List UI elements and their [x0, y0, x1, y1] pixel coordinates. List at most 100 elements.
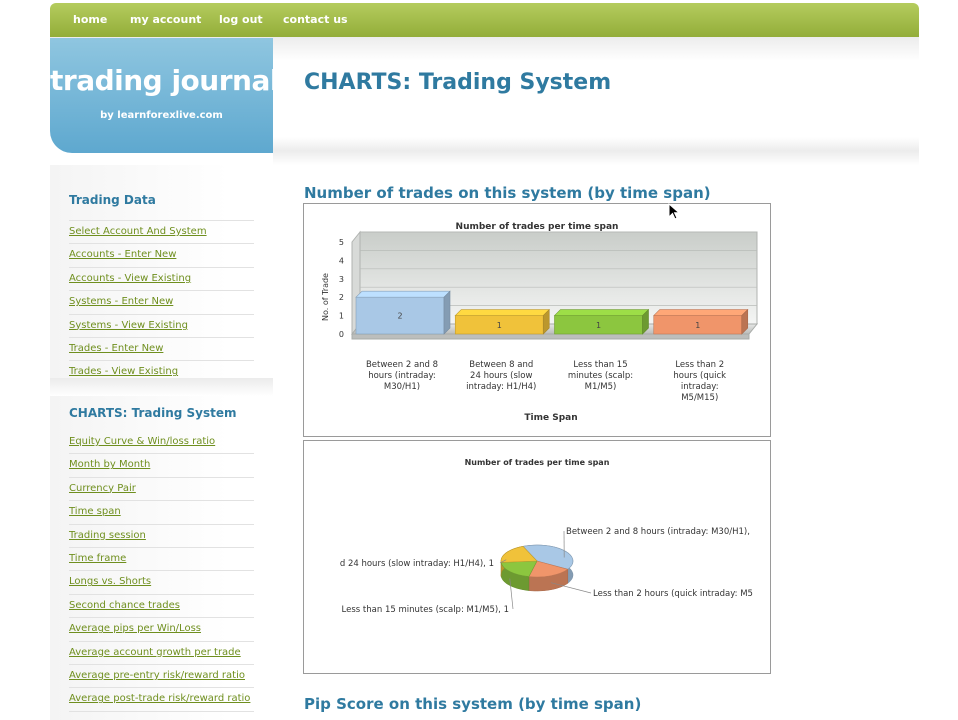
category-label: M1/M5) [585, 382, 617, 392]
top-nav: home my account log out contact us [50, 3, 919, 37]
bar-value-label: 1 [497, 321, 502, 330]
sidebar-item: Month by Month [69, 454, 254, 478]
bar-chart-categories: Between 2 and 8hours (intraday:M30/H1) Be… [366, 360, 726, 403]
category-label: hours (quick [673, 371, 726, 381]
sidebar-item: Second chance trades [69, 595, 254, 619]
nav-home-link[interactable]: home [73, 13, 107, 26]
sidebar-link-accounts-view[interactable]: Accounts - View Existing [69, 273, 191, 284]
sidebar-item: Time span [69, 501, 254, 525]
sidebar-link-accounts-enter-new[interactable]: Accounts - Enter New [69, 249, 176, 260]
category-label: 24 hours (slow [470, 371, 532, 381]
sidebar-list-charts: Equity Curve & Win/loss ratio Month by M… [69, 431, 254, 712]
category-label: intraday: [681, 382, 719, 392]
pie-slice-label: Less than 2 hours (quick intraday: M5 [593, 589, 753, 599]
bar-value-label: 1 [596, 321, 601, 330]
section-title-trades: Number of trades on this system (by time… [304, 184, 711, 202]
sidebar-link-second-chance[interactable]: Second chance trades [69, 600, 180, 611]
sidebar-link-account-growth[interactable]: Average account growth per trade [69, 647, 241, 658]
bar-top [355, 290, 451, 298]
header-band [273, 137, 919, 165]
plot-floor-edge [351, 333, 750, 340]
category-label: Between 8 and [469, 360, 533, 370]
logo-subtitle: by learnforexlive.com [100, 110, 223, 121]
sidebar-item: Systems - Enter New [69, 291, 254, 315]
bar-chart-ylabel: No. of Trade [321, 273, 330, 321]
y-tick-label: 3 [339, 275, 344, 284]
category-label: M30/H1) [384, 382, 420, 392]
y-tick-label: 5 [339, 238, 344, 247]
sidebar-link-post-trade-rr[interactable]: Average post-trade risk/reward ratio [69, 693, 250, 704]
section-title-pip-score: Pip Score on this system (by time span) [304, 695, 642, 713]
sidebar-link-systems-view[interactable]: Systems - View Existing [69, 320, 188, 331]
sidebar-item: Longs vs. Shorts [69, 571, 254, 595]
bar-chart-xlabel: Time Span [524, 413, 577, 423]
nav-log-out-link[interactable]: log out [219, 13, 263, 26]
logo[interactable]: trading journal by learnforexlive.com [50, 38, 273, 153]
sidebar-item: Currency Pair [69, 478, 254, 502]
sidebar-link-currency-pair[interactable]: Currency Pair [69, 483, 136, 494]
sidebar-link-select-account[interactable]: Select Account And System [69, 226, 207, 237]
sidebar-list-trading-data: Select Account And System Accounts - Ent… [69, 220, 254, 385]
bar: 2 [355, 290, 451, 335]
sidebar-link-time-span[interactable]: Time span [69, 506, 121, 517]
category-label: hours (intraday: [368, 371, 436, 381]
sidebar-heading-charts: CHARTS: Trading System [69, 406, 237, 420]
y-tick-label: 0 [339, 330, 344, 339]
sidebar-item: Trades - Enter New [69, 338, 254, 362]
sidebar-item: Accounts - View Existing [69, 268, 254, 292]
sidebar-item: Average pips per Win/Loss [69, 618, 254, 642]
sidebar-link-longs-shorts[interactable]: Longs vs. Shorts [69, 576, 151, 587]
bar-top [454, 309, 550, 316]
bar: 1 [454, 308, 550, 335]
bar-side [443, 290, 451, 335]
sidebar-link-systems-enter-new[interactable]: Systems - Enter New [69, 296, 173, 307]
page-root: home my account log out contact us tradi… [0, 0, 958, 720]
pie-slice-label: Less than 15 minutes (scalp: M1/M5), 1 [342, 605, 509, 615]
sidebar-link-equity-curve[interactable]: Equity Curve & Win/loss ratio [69, 436, 215, 447]
bar-top [553, 309, 650, 316]
sidebar-item: Equity Curve & Win/loss ratio [69, 431, 254, 455]
sidebar-item: Select Account And System [69, 221, 254, 245]
sidebar-item: Accounts - Enter New [69, 244, 254, 268]
sidebar-link-month-by-month[interactable]: Month by Month [69, 459, 150, 470]
sidebar-item: Systems - View Existing [69, 315, 254, 338]
sidebar-link-trades-enter-new[interactable]: Trades - Enter New [69, 343, 163, 354]
category-label: intraday: H1/H4) [466, 382, 536, 392]
sidebar-item: Average post-trade risk/reward ratio [69, 688, 254, 712]
y-tick-label: 2 [339, 293, 344, 302]
bar: 1 [653, 308, 749, 335]
category-label: minutes (scalp: [568, 371, 633, 381]
bar-chart: Number of trades per time span No. of Tr… [321, 222, 759, 423]
bar-value-label: 2 [397, 312, 402, 321]
pie-slice-label: d 24 hours (slow intraday: H1/H4), 1 [340, 559, 494, 569]
y-tick-label: 1 [339, 312, 344, 321]
sidebar-link-time-frame[interactable]: Time frame [69, 553, 126, 564]
bar-value-label: 1 [695, 321, 700, 330]
logo-title: trading journal [50, 64, 273, 97]
sidebar-link-trading-session[interactable]: Trading session [69, 530, 146, 541]
mouse-cursor-icon [668, 203, 681, 220]
pie-chart-container: Number of trades per time span Between 2… [303, 440, 771, 674]
sidebar-separator [50, 378, 273, 396]
sidebar-heading-trading-data: Trading Data [69, 193, 156, 207]
pie-chart: Number of trades per time span Between 2… [340, 458, 753, 615]
y-tick-label: 4 [339, 256, 344, 265]
bar-chart-title: Number of trades per time span [456, 222, 619, 232]
sidebar-link-pre-entry-rr[interactable]: Average pre-entry risk/reward ratio [69, 670, 245, 681]
sidebar-item: Trading session [69, 525, 254, 548]
pie-chart-slices [500, 544, 574, 592]
category-label: M5/M15) [681, 393, 718, 403]
page-title: CHARTS: Trading System [304, 70, 612, 95]
nav-my-account-link[interactable]: my account [130, 13, 201, 26]
sidebar-link-trades-view[interactable]: Trades - View Existing [69, 366, 178, 377]
nav-contact-us-link[interactable]: contact us [283, 13, 348, 26]
pie-slice-label: Between 2 and 8 hours (intraday: M30/H1)… [566, 527, 750, 537]
category-label: Less than 15 [573, 360, 627, 370]
bar-top [653, 309, 749, 316]
sidebar-item: Average account growth per trade [69, 642, 254, 665]
bar-chart-container: Number of trades per time span No. of Tr… [303, 203, 771, 437]
category-label: Less than 2 [675, 360, 724, 370]
sidebar-link-average-pips[interactable]: Average pips per Win/Loss [69, 623, 201, 634]
sidebar-item: Time frame [69, 548, 254, 572]
bar: 1 [553, 308, 650, 335]
